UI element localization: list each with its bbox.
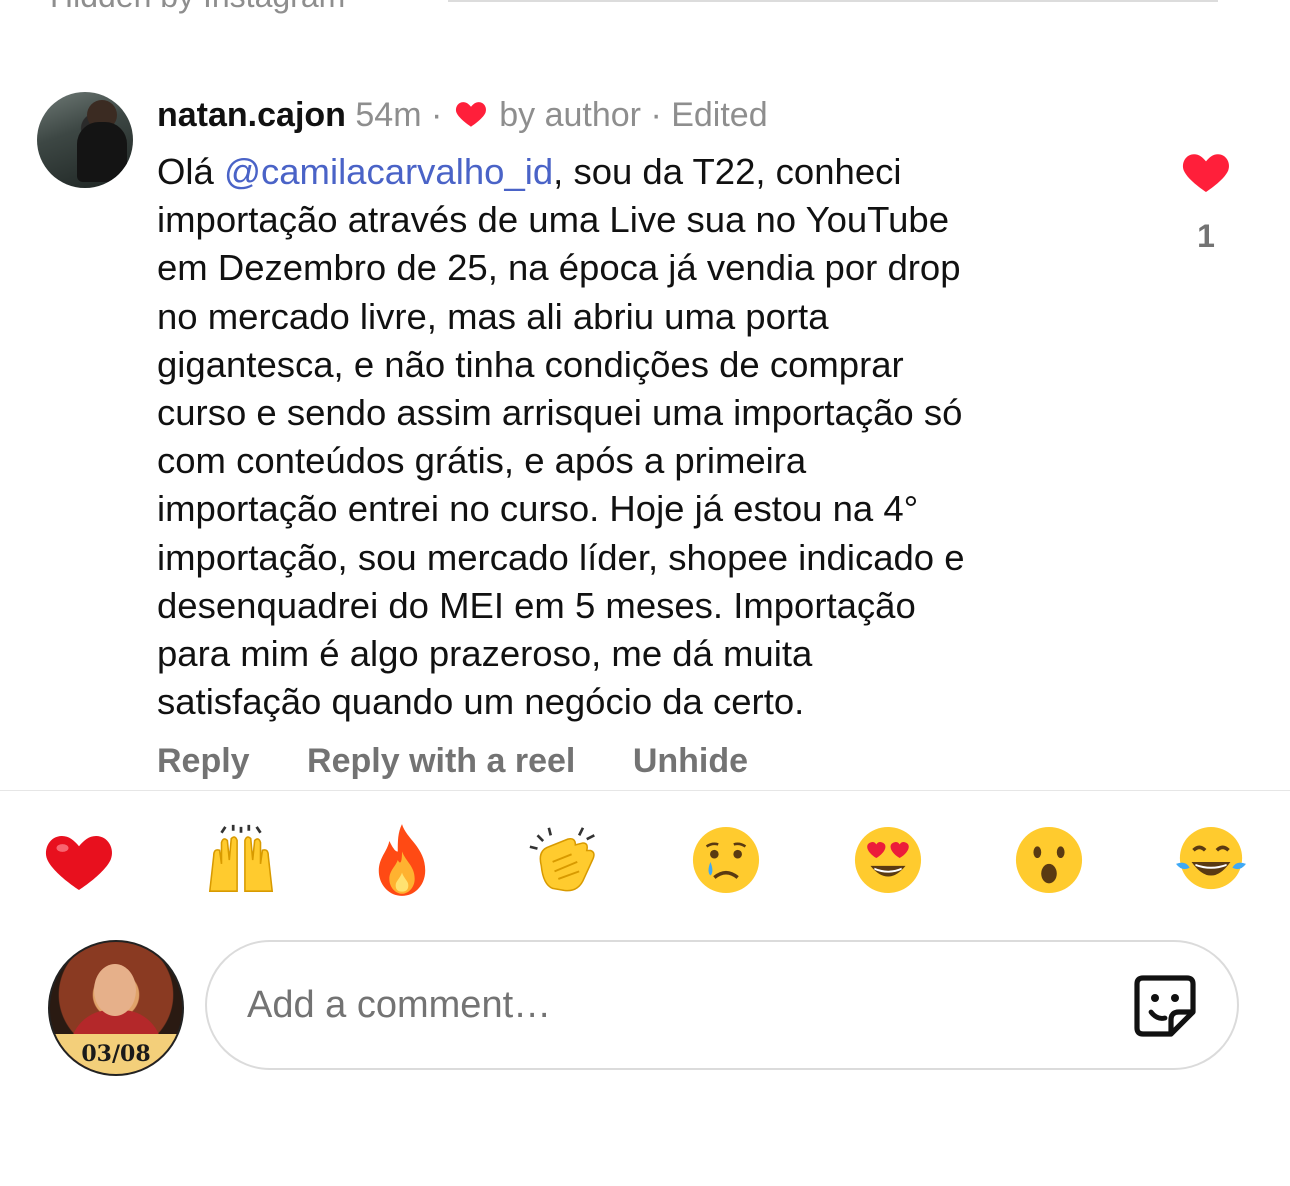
comment-header: natan.cajon 54m · by author · Edited	[157, 92, 768, 140]
comment-line: Olá @camilacarvalho_id, sou da T22, conh…	[157, 151, 902, 192]
avatar-badge: 03/08	[50, 1034, 182, 1074]
tears-of-joy-face-reaction-icon[interactable]	[1172, 821, 1250, 899]
reply-button[interactable]: Reply	[157, 742, 250, 780]
comment-composer[interactable]	[205, 940, 1239, 1070]
quick-reactions-bar	[40, 818, 1250, 902]
separator: ·	[430, 96, 443, 134]
comment-line: em Dezembro de 25, na época já vendia po…	[157, 247, 961, 289]
commenter-avatar[interactable]	[37, 92, 133, 188]
comment-line: com conteúdos grátis, e após a primeira	[157, 440, 807, 482]
reply-with-reel-button[interactable]: Reply with a reel	[307, 742, 575, 780]
current-user-avatar[interactable]: 03/08	[48, 940, 184, 1076]
edited-label: Edited	[671, 96, 768, 134]
comment-actions: Reply Reply with a reel Unhide	[157, 742, 796, 781]
clapping-hands-reaction-icon[interactable]	[525, 821, 603, 899]
top-divider	[448, 0, 1218, 2]
fire-reaction-icon[interactable]	[363, 821, 441, 899]
comment-line: desenquadrei do MEI em 5 meses. Importaç…	[157, 584, 916, 626]
author-heart-icon	[454, 94, 488, 140]
heart-eyes-face-reaction-icon[interactable]	[849, 821, 927, 899]
sticker-icon[interactable]	[1131, 972, 1199, 1040]
comment-input[interactable]	[245, 972, 1049, 1038]
comment-line: importação, sou mercado líder, shopee in…	[157, 536, 965, 578]
crying-face-reaction-icon[interactable]	[687, 821, 765, 899]
surprised-face-reaction-icon[interactable]	[1010, 821, 1088, 899]
comment-line: importação através de uma Live sua no Yo…	[157, 199, 950, 241]
comment-line: no mercado livre, mas ali abriu uma port…	[157, 295, 829, 337]
hidden-by-instagram-note: Hidden by Instagram	[50, 0, 345, 15]
comment-line: para mim é algo prazeroso, me dá muita	[157, 633, 813, 675]
like-heart-icon[interactable]	[1180, 148, 1232, 196]
comment-line: importação entrei no curso. Hoje já esto…	[157, 488, 919, 530]
comment-time: 54m	[355, 96, 422, 134]
heart-reaction-icon[interactable]	[40, 821, 118, 899]
commenter-username[interactable]: natan.cajon	[157, 96, 346, 134]
comment-body: Olá @camilacarvalho_id, sou da T22, conh…	[157, 148, 1147, 726]
comment-line: gigantesca, e não tinha condições de com…	[157, 343, 904, 385]
mention-link[interactable]: @camilacarvalho_id	[224, 151, 553, 192]
comment-line: curso e sendo assim arrisquei uma import…	[157, 392, 963, 434]
like-count[interactable]: 1	[1180, 218, 1232, 255]
raised-hands-reaction-icon[interactable]	[202, 821, 280, 899]
by-author-label: by author	[499, 96, 641, 134]
unhide-button[interactable]: Unhide	[633, 742, 748, 780]
comment-line: satisfação quando um negócio da certo.	[157, 681, 805, 723]
separator: ·	[650, 96, 662, 134]
divider	[0, 790, 1290, 791]
